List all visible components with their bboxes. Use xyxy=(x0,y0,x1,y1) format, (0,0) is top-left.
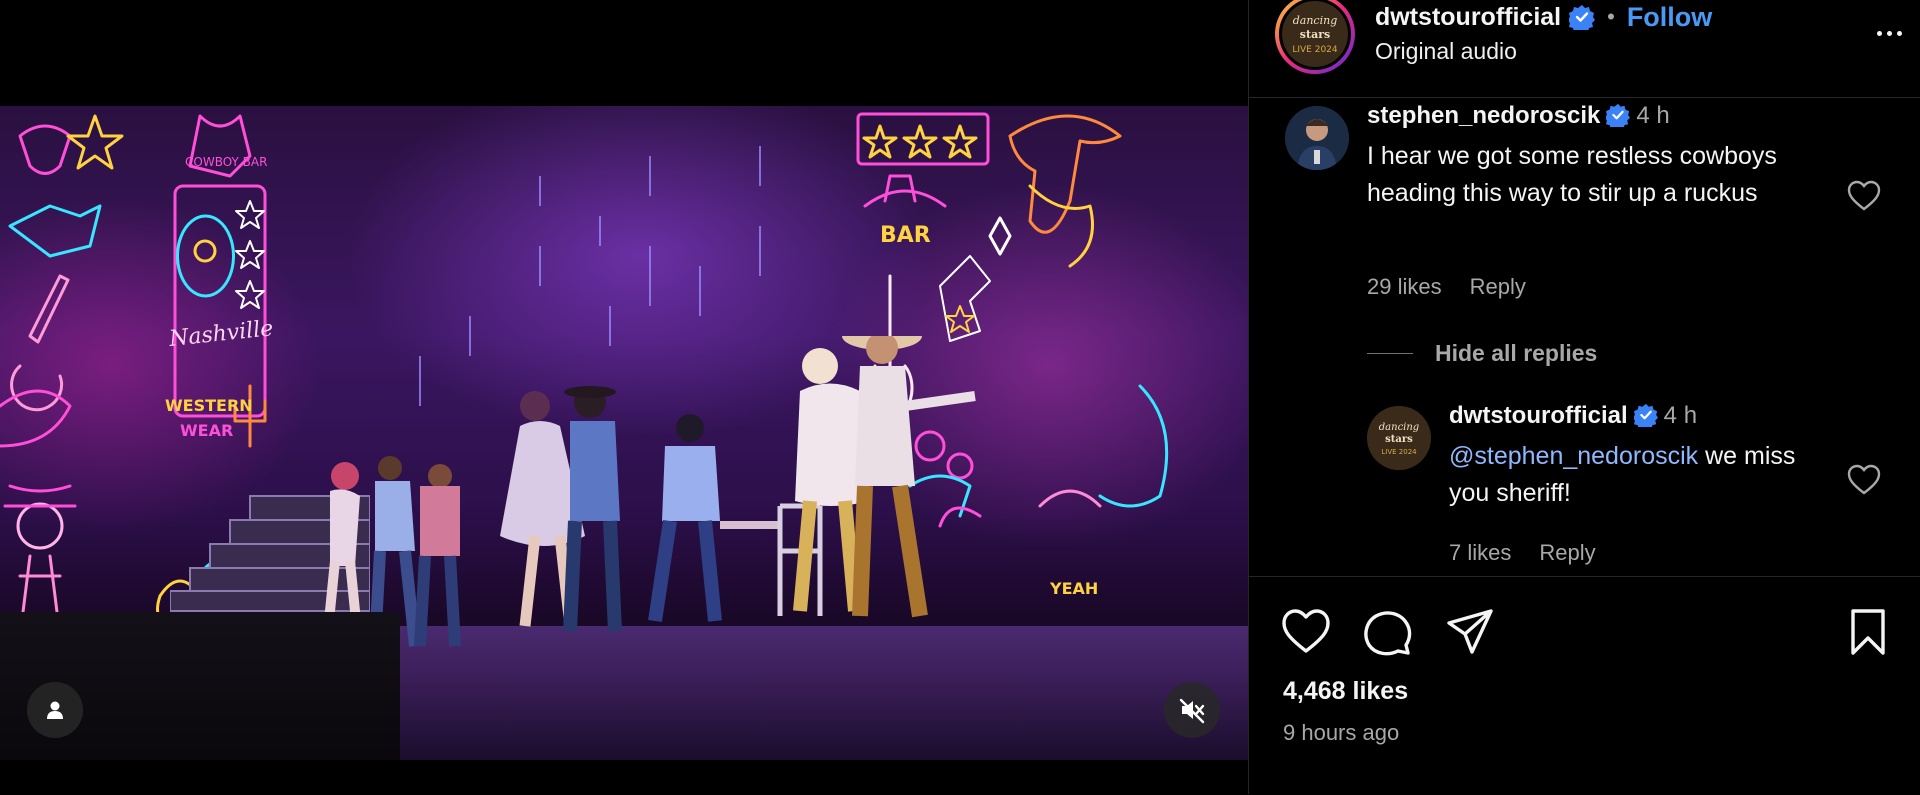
verified-icon xyxy=(1569,5,1596,30)
comment-text: I hear we got some restless cowboys head… xyxy=(1367,142,1777,207)
post-header: dancing stars LIVE 2024 dwtstourofficial… xyxy=(1249,0,1920,98)
dancers xyxy=(322,336,976,647)
reply-time: 4 h xyxy=(1663,402,1698,429)
reply-meta: 7 likes Reply xyxy=(1449,540,1596,566)
author-username[interactable]: dwtstourofficial xyxy=(1375,3,1561,32)
stage-scene: COWBOY BAR Nashville WESTERN WEAR BAR YE… xyxy=(0,106,1248,760)
sign-text-cowboy-bar: COWBOY BAR xyxy=(185,155,267,169)
post-likes-count[interactable]: 4,468 likes xyxy=(1283,677,1408,706)
video-player[interactable]: COWBOY BAR Nashville WESTERN WEAR BAR YE… xyxy=(0,0,1248,794)
svg-text:WEAR: WEAR xyxy=(180,421,233,440)
more-options-button[interactable] xyxy=(1869,16,1909,50)
comment-item: stephen_nedoroscik 4 h I hear we got som… xyxy=(1249,98,1920,300)
comment-icon[interactable] xyxy=(1363,607,1413,657)
reply-likes[interactable]: 7 likes xyxy=(1449,540,1511,566)
svg-text:WESTERN: WESTERN xyxy=(165,396,253,415)
svg-text:LIVE 2024: LIVE 2024 xyxy=(1381,448,1417,456)
bookmark-icon[interactable] xyxy=(1843,607,1893,657)
comment-meta: 29 likes Reply xyxy=(1367,274,1526,300)
user-tag-button[interactable] xyxy=(27,682,83,738)
post-side-panel: dancing stars LIVE 2024 dwtstourofficial… xyxy=(1248,0,1920,794)
verified-icon xyxy=(1633,403,1658,427)
separator-dot: • xyxy=(1607,4,1615,29)
comment-likes[interactable]: 29 likes xyxy=(1367,274,1442,300)
reply-reply-button[interactable]: Reply xyxy=(1539,540,1595,566)
author-line: dwtstourofficial • Follow xyxy=(1375,0,1712,34)
follow-button[interactable]: Follow xyxy=(1627,2,1712,33)
svg-text:dancing: dancing xyxy=(1379,422,1419,433)
comment-like-icon[interactable] xyxy=(1847,180,1881,212)
muted-speaker-icon xyxy=(1179,698,1205,724)
commenter-avatar[interactable] xyxy=(1285,106,1349,170)
hide-replies-toggle[interactable]: Hide all replies xyxy=(1367,340,1597,367)
svg-text:stars: stars xyxy=(1300,28,1330,41)
comment-reply-button[interactable]: Reply xyxy=(1470,274,1526,300)
comment-username[interactable]: stephen_nedoroscik xyxy=(1367,102,1600,129)
verified-icon xyxy=(1606,103,1631,127)
post-actions: 4,468 likes 9 hours ago xyxy=(1249,576,1920,795)
post-timestamp: 9 hours ago xyxy=(1283,720,1400,745)
mention-link[interactable]: @stephen_nedoroscik xyxy=(1449,442,1698,470)
svg-text:BAR: BAR xyxy=(880,223,931,248)
reply-like-icon[interactable] xyxy=(1847,464,1881,496)
svg-text:LIVE 2024: LIVE 2024 xyxy=(1292,45,1338,55)
original-audio-link[interactable]: Original audio xyxy=(1375,38,1517,65)
user-tag-icon xyxy=(47,701,63,719)
svg-text:Nashville: Nashville xyxy=(167,316,274,352)
svg-text:dancing: dancing xyxy=(1293,14,1338,27)
author-avatar[interactable]: dancing stars LIVE 2024 xyxy=(1275,0,1355,74)
share-icon[interactable] xyxy=(1445,607,1495,657)
more-icon xyxy=(1876,30,1882,36)
reply-text: @stephen_nedoroscik we miss you sheriff! xyxy=(1449,438,1839,512)
reply-avatar[interactable]: dancing stars LIVE 2024 xyxy=(1367,406,1431,470)
reply-username[interactable]: dwtstourofficial xyxy=(1449,402,1628,429)
mute-toggle-button[interactable] xyxy=(1164,682,1220,738)
heart-icon[interactable] xyxy=(1281,607,1331,657)
comments-section[interactable]: stephen_nedoroscik 4 h I hear we got som… xyxy=(1249,98,1920,576)
svg-text:stars: stars xyxy=(1385,434,1413,445)
hide-replies-label: Hide all replies xyxy=(1435,340,1598,366)
comment-time: 4 h xyxy=(1636,102,1670,129)
reply-item: dancing stars LIVE 2024 dwtstourofficial… xyxy=(1249,398,1920,576)
